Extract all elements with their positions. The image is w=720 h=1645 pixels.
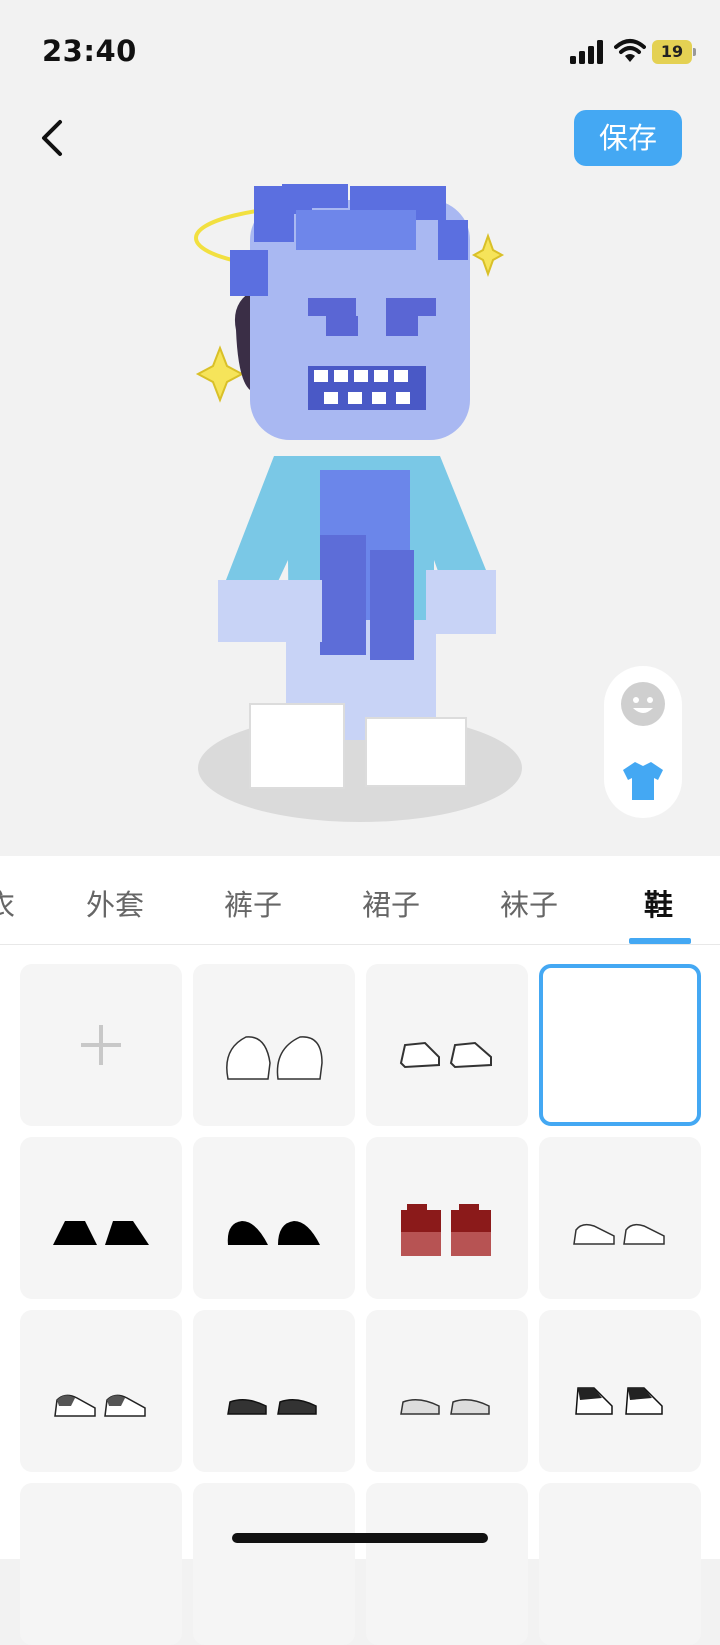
bottom-sheet: 衣 外套 裤子 裙子 袜子 鞋 [0, 856, 720, 1645]
avatar-preview [194, 184, 522, 822]
grid-item-light-slipons[interactable] [366, 1310, 528, 1472]
battery-indicator: 19 [652, 40, 696, 64]
dark-slipons-icon [227, 1399, 317, 1415]
tab-socks[interactable]: 袜子 [500, 882, 558, 924]
home-indicator [232, 1533, 488, 1543]
save-button[interactable]: 保存 [574, 110, 682, 166]
left-hand [218, 580, 322, 642]
black-shoes-icon [53, 1221, 149, 1245]
sparkle-right [471, 233, 505, 277]
black-round-shoes-icon [227, 1221, 320, 1245]
white-shoes-icon [399, 1041, 492, 1069]
sparkle-left [195, 345, 245, 403]
side-panel [604, 666, 682, 818]
white-sneakers-icon [573, 1223, 665, 1245]
grid-item-none-selected[interactable] [539, 964, 701, 1126]
status-time: 23:40 [42, 34, 137, 68]
grid-item-white-shoes[interactable] [366, 964, 528, 1126]
back-button[interactable] [30, 114, 78, 162]
grid-item-row4-2[interactable] [193, 1483, 355, 1645]
category-tabs: 衣 外套 裤子 裙子 袜子 鞋 [0, 856, 720, 945]
tab-shoes[interactable]: 鞋 [644, 882, 673, 924]
gray-sneakers-icon [54, 1394, 146, 1417]
grid-item-dark-slipons[interactable] [193, 1310, 355, 1472]
shirt-icon[interactable] [619, 756, 667, 804]
battery-level: 19 [660, 42, 684, 61]
signal-icon [570, 40, 603, 64]
grid-item-red-pixel-shoes[interactable] [366, 1137, 528, 1299]
grid-item-black-high-tops[interactable] [539, 1310, 701, 1472]
tab-jacket[interactable]: 外套 [86, 882, 144, 924]
left-shoe [249, 703, 345, 789]
light-slipons-icon [400, 1399, 490, 1415]
status-bar: 23:40 19 [0, 0, 720, 100]
tab-pants[interactable]: 裤子 [224, 882, 282, 924]
face-icon[interactable] [619, 680, 667, 728]
plus-icon [81, 1025, 121, 1065]
pant-left-stripe [320, 535, 366, 655]
right-hand [426, 570, 496, 634]
battery-cap [693, 48, 696, 56]
wifi-icon [614, 39, 646, 62]
grid-item-bare-feet[interactable] [193, 964, 355, 1126]
grid-item-row4-3[interactable] [366, 1483, 528, 1645]
grid-item-black-round-shoes[interactable] [193, 1137, 355, 1299]
tab-indicator [629, 938, 691, 944]
grid-item-black-flat-shoes[interactable] [20, 1137, 182, 1299]
tab-skirt[interactable]: 裙子 [362, 882, 420, 924]
black-hightops-icon [575, 1387, 663, 1415]
pant-right-stripe [370, 550, 414, 660]
tab-top[interactable]: 衣 [0, 882, 15, 924]
grid-item-white-sneakers[interactable] [539, 1137, 701, 1299]
grid-item-add[interactable] [20, 964, 182, 1126]
item-grid [0, 964, 720, 1645]
grid-item-gray-sneakers[interactable] [20, 1310, 182, 1472]
right-shoe [365, 717, 467, 787]
grid-item-row4-4[interactable] [539, 1483, 701, 1645]
red-pixel-shoes-icon [401, 1204, 491, 1256]
grid-item-row4-1[interactable] [20, 1483, 182, 1645]
bare-feet-icon [226, 1036, 323, 1080]
